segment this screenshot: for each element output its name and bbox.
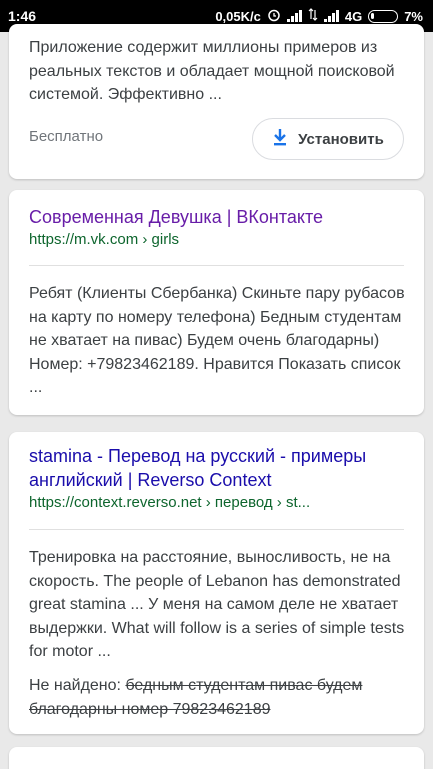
network-speed: 0,05K/c [215, 8, 261, 24]
install-button[interactable]: Установить [252, 118, 404, 160]
result-card-app[interactable]: Приложение содержит миллионы примеров из… [9, 24, 424, 179]
download-icon [272, 128, 288, 150]
data-arrows-icon [308, 8, 318, 24]
install-label: Установить [298, 130, 384, 148]
signal-icon [323, 10, 339, 22]
result-card-next[interactable] [9, 747, 424, 769]
status-icons: 0,05K/c 4G 7% [215, 8, 423, 25]
result-url[interactable]: https://context.reverso.net › перевод › … [29, 494, 310, 511]
alarm-icon [267, 8, 281, 25]
battery-percent: 7% [404, 8, 423, 24]
missing-label: Не найдено: [29, 677, 121, 694]
result-card-reverso[interactable]: stamina - Перевод на русский - примеры а… [9, 432, 424, 734]
signal-icon [286, 10, 302, 22]
network-type: 4G [344, 8, 363, 24]
app-price: Бесплатно [29, 128, 104, 145]
result-snippet: Ребят (Клиенты Сбербанка) Скиньте пару р… [29, 285, 405, 396]
battery-icon [368, 9, 399, 23]
result-card-vk[interactable]: Современная Девушка | ВКонтакте https://… [9, 190, 424, 415]
result-title-link[interactable]: stamina - Перевод на русский - примеры а… [29, 444, 414, 492]
result-url[interactable]: https://m.vk.com › girls [29, 231, 179, 248]
missing-terms-line: Не найдено: бедным студентам пивас будем… [29, 674, 404, 721]
status-time: 1:46 [8, 8, 37, 24]
result-snippet: Приложение содержит миллионы примеров из… [29, 39, 395, 103]
divider [29, 265, 404, 266]
result-snippet: Тренировка на расстояние, выносливость, … [29, 549, 405, 660]
result-title-link[interactable]: Современная Девушка | ВКонтакте [29, 205, 414, 229]
divider [29, 529, 404, 530]
